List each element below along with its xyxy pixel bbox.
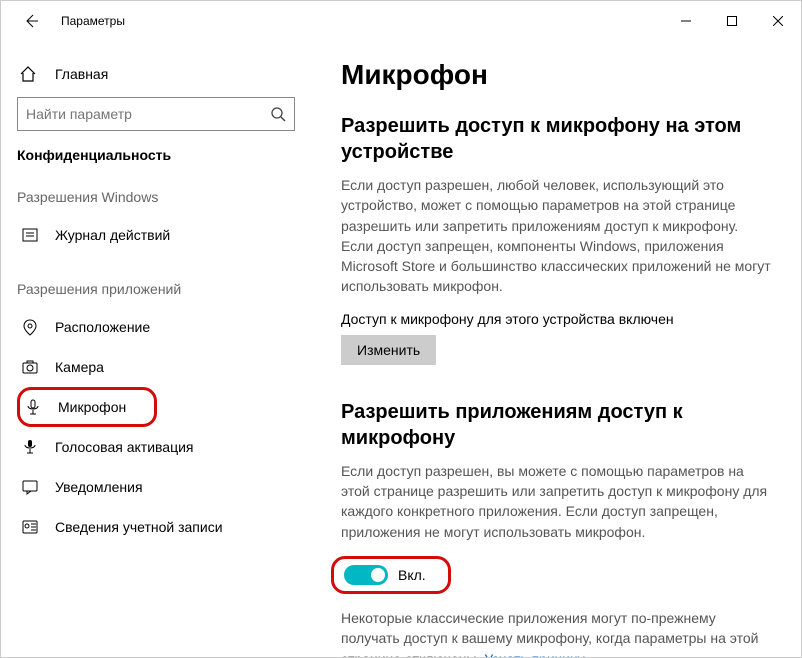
section1-title: Разрешить доступ к микрофону на этом уст… <box>341 113 771 165</box>
nav-activity-log[interactable]: Журнал действий <box>17 215 295 255</box>
nav-label: Журнал действий <box>55 227 170 243</box>
window-title: Параметры <box>61 14 125 28</box>
allow-apps-toggle[interactable] <box>344 565 388 585</box>
home-icon <box>19 65 41 83</box>
nav-label: Микрофон <box>58 399 126 415</box>
nav-voice-activation[interactable]: Голосовая активация <box>17 427 295 467</box>
nav-label: Сведения учетной записи <box>55 519 223 535</box>
home-label: Главная <box>55 66 108 82</box>
minimize-button[interactable] <box>663 1 709 41</box>
sidebar: Главная Конфиденциальность Разрешения Wi… <box>1 41 311 657</box>
device-status: Доступ к микрофону для этого устройства … <box>341 311 771 327</box>
section2-title: Разрешить приложениям доступ к микрофону <box>341 399 771 451</box>
nav-notifications[interactable]: Уведомления <box>17 467 295 507</box>
main-panel: Микрофон Разрешить доступ к микрофону на… <box>311 41 801 657</box>
section2-desc: Если доступ разрешен, вы можете с помощь… <box>341 461 771 542</box>
nav-location[interactable]: Расположение <box>17 307 295 347</box>
nav-label: Уведомления <box>55 479 143 495</box>
maximize-button[interactable] <box>709 1 755 41</box>
titlebar: Параметры <box>1 1 801 41</box>
nav-camera[interactable]: Камера <box>17 347 295 387</box>
page-title: Микрофон <box>341 59 771 91</box>
search-input[interactable] <box>26 106 270 122</box>
account-icon <box>19 518 41 536</box>
toggle-label: Вкл. <box>398 567 426 583</box>
camera-icon <box>19 358 41 376</box>
group-app-permissions: Разрешения приложений <box>17 281 295 297</box>
location-icon <box>19 318 41 336</box>
nav-microphone[interactable]: Микрофон <box>17 387 157 427</box>
activity-icon <box>19 226 41 244</box>
section1-desc: Если доступ разрешен, любой человек, исп… <box>341 175 771 297</box>
back-button[interactable] <box>19 9 43 33</box>
search-icon <box>270 106 286 122</box>
microphone-icon <box>22 398 44 416</box>
search-box[interactable] <box>17 97 295 131</box>
voice-icon <box>19 438 41 456</box>
allow-apps-toggle-row: Вкл. <box>331 556 451 594</box>
nav-label: Голосовая активация <box>55 439 194 455</box>
nav-label: Камера <box>55 359 104 375</box>
nav-account-info[interactable]: Сведения учетной записи <box>17 507 295 547</box>
close-button[interactable] <box>755 1 801 41</box>
nav-label: Расположение <box>55 319 150 335</box>
section-privacy: Конфиденциальность <box>17 147 295 163</box>
notifications-icon <box>19 478 41 496</box>
learn-why-link[interactable]: Узнать причину <box>484 651 584 657</box>
change-button[interactable]: Изменить <box>341 335 436 365</box>
home-nav[interactable]: Главная <box>19 65 293 83</box>
footer-text: Некоторые классические приложения могут … <box>341 608 771 657</box>
group-windows-permissions: Разрешения Windows <box>17 189 295 205</box>
